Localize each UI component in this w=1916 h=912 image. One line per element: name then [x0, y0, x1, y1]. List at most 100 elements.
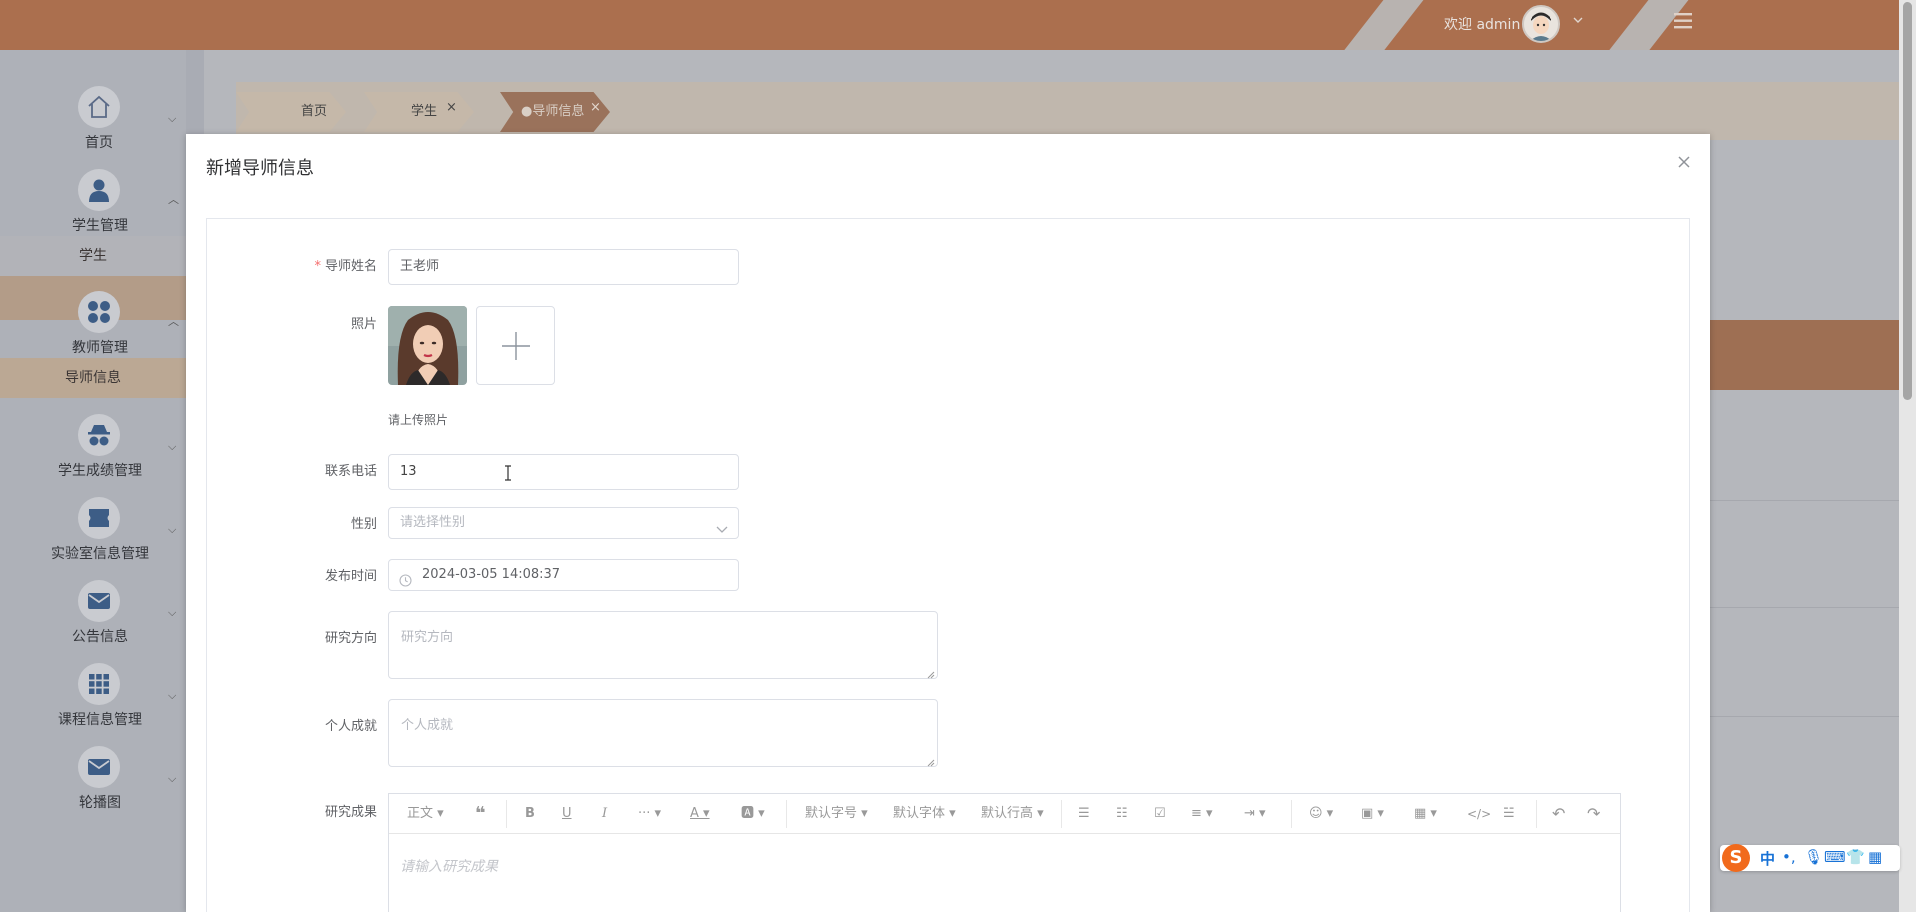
- todo-checkbox-icon[interactable]: ☑: [1154, 794, 1166, 834]
- sidebar-item-home[interactable]: 首页 ⌵: [0, 80, 186, 160]
- phone-input[interactable]: 13: [388, 454, 739, 490]
- ime-toolbar[interactable]: S 中 •, 🎙 ⌨ 👕 ▦: [1720, 844, 1900, 872]
- research-direction-textarea[interactable]: 研究方向: [388, 611, 938, 679]
- grid-dots-icon: [78, 291, 120, 333]
- toolbox-icon[interactable]: ▦: [1868, 848, 1882, 866]
- chevron-up-icon: ︿: [168, 315, 179, 328]
- divider-line-icon[interactable]: ☱: [1503, 794, 1515, 834]
- publish-time-value: 2024-03-05 14:08:37: [422, 567, 561, 582]
- sidebar-item-teacher-management[interactable]: 教师管理 ︿: [0, 285, 186, 365]
- bullet-list-icon[interactable]: ☰: [1078, 794, 1090, 834]
- underline-icon[interactable]: U: [562, 794, 572, 834]
- line-height-dropdown[interactable]: 默认行高 ▾: [981, 794, 1044, 834]
- emoji-icon[interactable]: ☺ ▾: [1309, 794, 1333, 834]
- indent-dropdown-icon[interactable]: ⇥ ▾: [1244, 794, 1266, 834]
- scrollbar-thumb[interactable]: [1903, 2, 1912, 400]
- mail-icon: [78, 746, 120, 788]
- font-size-dropdown[interactable]: 默认字号 ▾: [805, 794, 868, 834]
- sidebar-item-lab-info[interactable]: 实验室信息管理 ⌵: [0, 491, 186, 571]
- phone-label: 联系电话: [324, 464, 377, 479]
- paragraph-format-label: 正文: [407, 806, 434, 821]
- numbered-list-icon[interactable]: ☷: [1116, 794, 1128, 834]
- toolbar-divider: [786, 800, 787, 828]
- sidebar-item-label: 公告信息: [72, 629, 128, 645]
- divider: [1692, 500, 1904, 501]
- achievement-textarea[interactable]: 个人成就: [388, 699, 938, 767]
- spy-icon: [78, 414, 120, 456]
- person-icon: [78, 169, 120, 211]
- tab-close-icon[interactable]: ×: [446, 88, 457, 128]
- more-format-dropdown[interactable]: ··· ▾: [638, 794, 661, 834]
- sidebar-subitem-teacher-info[interactable]: 导师信息: [0, 358, 186, 398]
- sidebar-item-student-management[interactable]: 学生管理 ︿: [0, 163, 186, 243]
- top-header: 欢迎 admin: [0, 0, 1916, 50]
- chevron-down-icon: ⌵: [168, 606, 177, 619]
- align-dropdown-icon[interactable]: ≡ ▾: [1191, 794, 1213, 834]
- punctuation-icon[interactable]: •,: [1782, 848, 1796, 866]
- close-icon[interactable]: [1676, 154, 1692, 170]
- hamburger-menu-icon[interactable]: [1672, 12, 1694, 30]
- research-direction-label: 研究方向: [324, 631, 377, 646]
- resize-grip-icon[interactable]: [927, 756, 935, 767]
- user-avatar-icon[interactable]: [1522, 5, 1560, 43]
- publish-time-picker[interactable]: 2024-03-05 14:08:37: [388, 559, 739, 591]
- tab-home[interactable]: [236, 92, 346, 132]
- font-color-icon[interactable]: A ▾: [690, 794, 710, 834]
- sidebar-item-label: 学生管理: [72, 218, 128, 234]
- italic-icon[interactable]: I: [602, 794, 607, 834]
- rich-text-editor: 正文 ▾ ❝ B U I ··· ▾ A ▾ 🅰 ▾ 默认字号 ▾ 默认字体 ▾…: [388, 793, 1621, 912]
- header-stripe-decoration: [1332, 0, 1428, 50]
- sidebar-item-label: 教师管理: [72, 340, 128, 356]
- uploaded-photo-thumbnail[interactable]: [388, 306, 467, 385]
- name-label: * 导师姓名: [207, 255, 377, 274]
- add-teacher-dialog: 新增导师信息 * 导师姓名 王老师 照片 请上传照片 联系电话 13 性别 请选…: [186, 134, 1710, 912]
- code-icon[interactable]: </>: [1467, 794, 1491, 834]
- clock-icon: [399, 569, 412, 599]
- plus-icon: [502, 332, 530, 360]
- sidebar-item-label: 轮播图: [79, 795, 121, 811]
- sidebar-item-label: 首页: [85, 135, 113, 151]
- photo-label: 照片: [350, 317, 377, 332]
- sidebar-subitem-student[interactable]: 学生: [0, 236, 186, 276]
- background-color-icon[interactable]: 🅰 ▾: [741, 794, 765, 834]
- sidebar-item-grades[interactable]: 学生成绩管理 ⌵: [0, 408, 186, 488]
- sidebar-item-label: 课程信息管理: [58, 712, 142, 728]
- page-scrollbar[interactable]: [1899, 0, 1916, 912]
- redo-icon[interactable]: ↷: [1587, 794, 1600, 834]
- resize-grip-icon[interactable]: [927, 668, 935, 679]
- photo-upload-tip: 请上传照片: [388, 413, 449, 427]
- name-input[interactable]: 王老师: [388, 249, 739, 285]
- skin-icon[interactable]: 👕: [1846, 848, 1865, 866]
- font-family-dropdown[interactable]: 默认字体 ▾: [893, 794, 956, 834]
- sidebar-item-carousel[interactable]: 轮播图 ⌵: [0, 740, 186, 820]
- toolbar-divider: [1536, 800, 1537, 828]
- paragraph-format-dropdown[interactable]: 正文 ▾: [407, 794, 444, 834]
- sidebar-item-course-info[interactable]: 课程信息管理 ⌵: [0, 657, 186, 737]
- toolbar-divider: [1061, 800, 1062, 828]
- quote-icon[interactable]: ❝: [475, 794, 486, 834]
- more-format-label: ···: [638, 806, 651, 821]
- divider: [1692, 716, 1904, 717]
- achievement-label: 个人成就: [324, 719, 377, 734]
- tab-close-icon[interactable]: ×: [590, 88, 601, 128]
- editor-placeholder[interactable]: 请输入研究成果: [400, 856, 498, 876]
- divider: [1692, 607, 1904, 608]
- photo-upload-button[interactable]: [476, 306, 555, 385]
- table-icon[interactable]: ▦ ▾: [1414, 794, 1437, 834]
- tab-label: 学生: [411, 104, 438, 119]
- chevron-down-icon: ⌵: [168, 440, 177, 453]
- keyboard-icon[interactable]: ⌨: [1824, 848, 1846, 866]
- chevron-down-icon: [716, 517, 728, 547]
- sidebar-item-announcements[interactable]: 公告信息 ⌵: [0, 574, 186, 654]
- research-direction-placeholder: 研究方向: [401, 630, 454, 645]
- sidebar: 首页 ⌵ 学生管理 ︿ 学生 教师管理 ︿ 导师信息 学生成绩管理 ⌵ 实验室信…: [0, 50, 186, 912]
- image-icon[interactable]: ▣ ▾: [1361, 794, 1384, 834]
- gender-select[interactable]: 请选择性别: [388, 507, 739, 539]
- undo-icon[interactable]: ↶: [1552, 794, 1565, 834]
- microphone-icon[interactable]: 🎙: [1804, 848, 1823, 866]
- bold-icon[interactable]: B: [525, 794, 535, 834]
- content-header-band: [1692, 320, 1904, 390]
- ticket-icon: [78, 497, 120, 539]
- ime-language-toggle[interactable]: 中: [1760, 848, 1775, 869]
- chevron-down-icon[interactable]: [1572, 14, 1584, 29]
